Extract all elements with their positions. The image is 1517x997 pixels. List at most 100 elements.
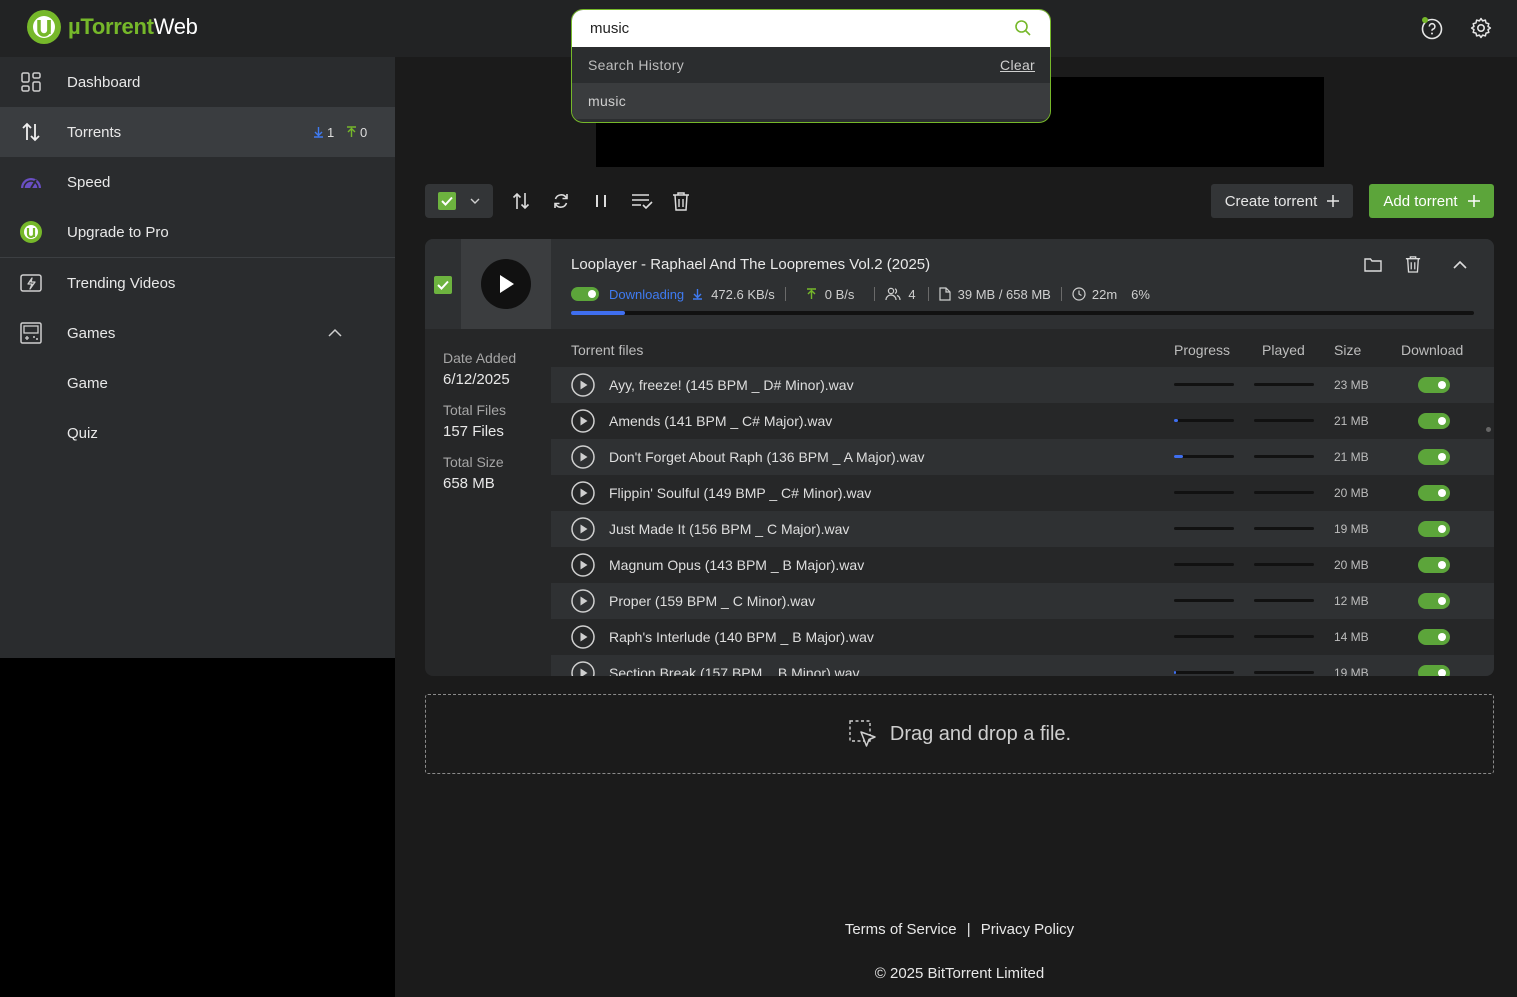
- chevron-down-icon: [470, 198, 480, 204]
- date-added: Date Added 6/12/2025: [443, 350, 516, 388]
- play-circle-icon[interactable]: [571, 409, 595, 433]
- search-input[interactable]: [590, 16, 1010, 40]
- file-progress-bar: [1174, 563, 1234, 566]
- sidebar-item-label: Dashboard: [67, 73, 141, 91]
- privacy-policy-link[interactable]: Privacy Policy: [981, 921, 1074, 938]
- terms-of-service-link[interactable]: Terms of Service: [845, 921, 957, 938]
- trash-icon: [673, 192, 689, 211]
- file-row[interactable]: Proper (159 BPM _ C Minor).wav 12 MB: [551, 583, 1494, 619]
- file-download-toggle[interactable]: [1418, 593, 1450, 609]
- file-row[interactable]: Section Break (157 BPM _ B Minor).wav 19 …: [551, 655, 1494, 676]
- file-size: 23 MB: [1334, 378, 1369, 392]
- file-download-toggle[interactable]: [1418, 485, 1450, 501]
- clear-history-link[interactable]: Clear: [1000, 57, 1035, 73]
- checkmark-icon: [437, 280, 449, 290]
- sidebar-item-speed[interactable]: Speed: [0, 157, 395, 207]
- torrent-card: Looplayer - Raphael And The Loopremes Vo…: [425, 239, 1494, 676]
- file-download-toggle[interactable]: [1418, 557, 1450, 573]
- move-up-down-button[interactable]: [509, 184, 533, 218]
- file-size: 19 MB: [1334, 666, 1369, 676]
- play-circle-icon[interactable]: [571, 445, 595, 469]
- select-all-checkbox[interactable]: [438, 192, 456, 210]
- file-row[interactable]: Just Made It (156 BPM _ C Major).wav 19 M…: [551, 511, 1494, 547]
- file-played-bar: [1254, 635, 1314, 638]
- download-speed: 472.6 KB/s: [711, 286, 775, 302]
- sidebar-item-games[interactable]: Games: [0, 308, 395, 358]
- add-torrent-button[interactable]: Add torrent: [1369, 184, 1494, 218]
- stats-divider: [927, 287, 929, 301]
- file-download-toggle[interactable]: [1418, 665, 1450, 676]
- sidebar-item-game[interactable]: Game: [0, 358, 395, 408]
- play-circle-icon[interactable]: [571, 589, 595, 613]
- file-row[interactable]: Ayy, freeze! (145 BPM _ D# Minor).wav 23 …: [551, 367, 1494, 403]
- scrollbar-thumb[interactable]: [1486, 427, 1491, 432]
- play-circle-icon[interactable]: [571, 625, 595, 649]
- file-row[interactable]: Don't Forget About Raph (136 BPM _ A Maj…: [551, 439, 1494, 475]
- column-header-size: Size: [1334, 342, 1362, 358]
- sidebar-item-dashboard[interactable]: Dashboard: [0, 57, 395, 107]
- file-download-toggle[interactable]: [1418, 629, 1450, 645]
- sidebar-item-torrents[interactable]: Torrents 1 0: [0, 107, 395, 157]
- drag-drop-icon: [849, 720, 876, 747]
- sidebar-item-trending-videos[interactable]: Trending Videos: [0, 258, 395, 308]
- open-folder-button[interactable]: [1362, 253, 1384, 275]
- sidebar-item-label: Game: [67, 374, 108, 392]
- file-download-toggle[interactable]: [1418, 413, 1450, 429]
- file-download-toggle[interactable]: [1418, 377, 1450, 393]
- pause-button[interactable]: [589, 184, 613, 218]
- plus-icon: [1467, 195, 1480, 207]
- remove-torrent-button[interactable]: [1402, 253, 1424, 275]
- torrent-progress-fill: [571, 311, 626, 315]
- help-icon[interactable]: [1418, 14, 1446, 42]
- play-circle-icon[interactable]: [571, 553, 595, 577]
- footer-separator: |: [966, 921, 971, 938]
- select-all-dropdown[interactable]: [425, 184, 493, 218]
- total-size: Total Size 658 MB: [443, 454, 504, 492]
- app-title: µTorrentWeb: [68, 14, 198, 39]
- column-header-progress: Progress: [1174, 342, 1231, 358]
- eta: 22m: [1091, 286, 1118, 302]
- file-download-toggle[interactable]: [1418, 521, 1450, 537]
- drop-zone[interactable]: Drag and drop a file.: [425, 694, 1494, 774]
- delete-button[interactable]: [669, 184, 693, 218]
- search-history-item[interactable]: music: [572, 83, 1050, 119]
- sidebar-item-label: Quiz: [67, 424, 98, 442]
- file-download-toggle[interactable]: [1418, 449, 1450, 465]
- refresh-icon: [554, 194, 568, 208]
- play-circle-icon[interactable]: [571, 481, 595, 505]
- sidebar-item-label: Speed: [67, 173, 111, 191]
- file-row[interactable]: Amends (141 BPM _ C# Major).wav 21 MB: [551, 403, 1494, 439]
- file-progress-bar: [1174, 383, 1234, 386]
- create-torrent-button[interactable]: Create torrent: [1211, 184, 1353, 218]
- torrent-active-toggle[interactable]: [571, 287, 599, 301]
- settings-gear-icon[interactable]: [1467, 14, 1495, 42]
- gamepad-icon: [20, 322, 42, 344]
- file-row[interactable]: Flippin' Soulful (149 BMP _ C# Minor).wa…: [551, 475, 1494, 511]
- play-circle-icon[interactable]: [571, 517, 595, 541]
- search-icon[interactable]: [1014, 19, 1032, 37]
- torrent-checkbox[interactable]: [434, 276, 452, 294]
- chevron-up-icon[interactable]: [328, 328, 342, 337]
- torrent-progress-bar: [571, 311, 1474, 315]
- file-row[interactable]: Magnum Opus (143 BPM _ B Major).wav 20 MB: [551, 547, 1494, 583]
- torrent-title: Looplayer - Raphael And The Loopremes Vo…: [571, 256, 931, 273]
- file-size: 21 MB: [1334, 414, 1369, 428]
- refresh-button[interactable]: [549, 184, 573, 218]
- sidebar-item-quiz[interactable]: Quiz: [0, 408, 395, 458]
- total-files-label: Total Files: [443, 402, 507, 418]
- file-played-bar: [1254, 455, 1314, 458]
- queue-button[interactable]: [629, 184, 655, 218]
- file-progress-bar: [1174, 419, 1234, 422]
- collapse-button[interactable]: [1449, 253, 1471, 275]
- total-size-label: Total Size: [443, 454, 504, 470]
- play-button[interactable]: [481, 259, 531, 309]
- file-row[interactable]: Raph's Interlude (140 BPM _ B Major).wav…: [551, 619, 1494, 655]
- play-circle-icon[interactable]: [571, 373, 595, 397]
- torrent-header: Looplayer - Raphael And The Loopremes Vo…: [425, 239, 1494, 329]
- sidebar-item-upgrade-to-pro[interactable]: Upgrade to Pro: [0, 207, 395, 257]
- file-name: Amends (141 BPM _ C# Major).wav: [609, 413, 833, 429]
- copyright: © 2025 BitTorrent Limited: [874, 965, 1045, 982]
- play-circle-icon[interactable]: [571, 661, 595, 676]
- app-logo[interactable]: µTorrentWeb: [26, 9, 198, 45]
- dashboard-icon: [21, 72, 41, 92]
